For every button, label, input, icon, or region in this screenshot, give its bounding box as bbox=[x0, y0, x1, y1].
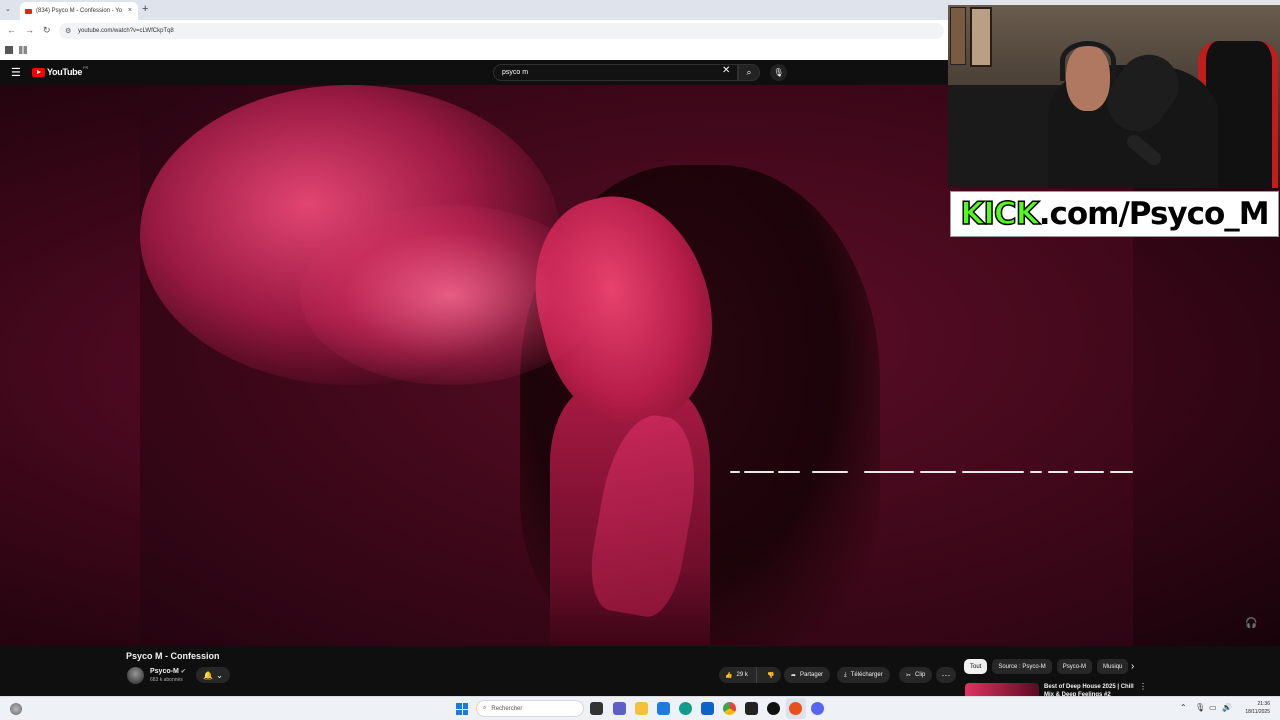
clip-button[interactable]: ✂ Clip bbox=[899, 667, 933, 683]
microphone-icon: 🎙 bbox=[773, 68, 784, 77]
streamer-headphones bbox=[1060, 41, 1116, 81]
tray-overflow-icon[interactable]: ⌃ bbox=[1180, 703, 1187, 712]
scissors-icon: ✂ bbox=[906, 672, 912, 679]
volume-icon[interactable]: 🔊 bbox=[1222, 703, 1232, 712]
download-button[interactable]: ⤓ Télécharger bbox=[837, 667, 890, 683]
start-button[interactable] bbox=[456, 703, 468, 715]
reload-icon[interactable]: ↻ bbox=[43, 25, 51, 36]
davinci-icon[interactable] bbox=[767, 702, 780, 715]
tab-list-button[interactable]: ⌄ bbox=[5, 5, 11, 13]
chip-music[interactable]: Musiqu bbox=[1097, 659, 1129, 674]
teams-icon[interactable] bbox=[613, 702, 626, 715]
search-input[interactable]: psyco m bbox=[493, 64, 738, 81]
store-icon[interactable] bbox=[657, 702, 670, 715]
apps-grid-icon[interactable] bbox=[19, 46, 27, 54]
taskbar-search[interactable]: ⌕ Rechercher bbox=[476, 700, 584, 717]
webcam-overlay bbox=[948, 5, 1280, 188]
system-clock[interactable]: 21:36 18/11/2025 bbox=[1236, 700, 1270, 716]
chip-source-channel[interactable]: Source : Psyco-M bbox=[992, 659, 1052, 674]
recommended-video-thumbnail[interactable] bbox=[965, 683, 1039, 696]
bell-icon: 🔔 bbox=[203, 670, 214, 680]
recommendation-filter-chips: Tout Source : Psyco-M Psyco-M Musiqu bbox=[964, 659, 1129, 674]
address-bar[interactable]: ⚙ youtube.com/watch?v=cLWfCkpTq8 bbox=[59, 23, 944, 39]
youtube-logo[interactable]: YouTube FR bbox=[32, 64, 89, 77]
youtube-favicon-icon bbox=[25, 8, 32, 14]
subscribed-notifications-button[interactable]: 🔔 ⌄ bbox=[196, 667, 230, 683]
kick-url-text: .com/Psyco_M bbox=[1038, 196, 1270, 232]
search-button[interactable]: ⌕ bbox=[738, 64, 760, 81]
headphones-icon: 🎧 bbox=[1245, 618, 1258, 629]
chip-channel[interactable]: Psyco-M bbox=[1056, 659, 1093, 674]
tab-title: (834) Psyco M - Confession - Yo bbox=[36, 8, 123, 14]
new-tab-button[interactable]: + bbox=[142, 3, 148, 15]
like-count: 29 k bbox=[736, 672, 748, 678]
subscriber-count: 683 k abonnés bbox=[150, 677, 183, 683]
like-dislike-group: 👍 29 k 👎 bbox=[719, 667, 781, 683]
wall-picture-2 bbox=[970, 7, 992, 67]
clear-search-icon[interactable]: ✕ bbox=[722, 65, 730, 76]
like-button[interactable]: 👍 29 k bbox=[719, 667, 757, 683]
edge-icon[interactable] bbox=[679, 702, 692, 715]
download-icon: ⤓ bbox=[844, 671, 847, 678]
channel-name[interactable]: Psyco-M ✔ bbox=[150, 668, 186, 675]
video-info: Psyco M - Confession Psyco-M ✔ 683 k abon… bbox=[0, 646, 1280, 696]
youtube-wordmark: YouTube bbox=[47, 67, 83, 77]
audio-visualizer-line bbox=[730, 468, 1133, 476]
back-icon[interactable]: ← bbox=[7, 25, 16, 35]
clock-date: 18/11/2025 bbox=[1245, 709, 1270, 715]
more-actions-button[interactable]: ⋯ bbox=[936, 667, 956, 683]
chevron-down-icon: ⌄ bbox=[216, 670, 223, 680]
clock-time: 21:36 bbox=[1257, 701, 1270, 707]
obs-icon[interactable] bbox=[789, 702, 802, 715]
video-smoke-plume bbox=[300, 205, 600, 385]
dislike-button[interactable]: 👎 bbox=[761, 667, 781, 683]
more-icon: ⋯ bbox=[941, 669, 951, 680]
chrome-icon[interactable] bbox=[723, 702, 736, 715]
forward-icon[interactable]: → bbox=[25, 25, 34, 35]
share-icon: ➦ bbox=[791, 672, 797, 679]
url-text: youtube.com/watch?v=cLWfCkpTq8 bbox=[78, 28, 174, 34]
search-icon: ⌕ bbox=[483, 705, 487, 711]
search-query: psyco m bbox=[502, 69, 529, 76]
region-code: FR bbox=[83, 64, 89, 70]
voice-search-button[interactable]: 🎙 bbox=[770, 64, 787, 81]
tab-close-icon[interactable]: × bbox=[128, 7, 132, 14]
tab-youtube[interactable]: (834) Psyco M - Confession - Yo × bbox=[20, 2, 138, 20]
download-label: Télécharger bbox=[850, 672, 883, 678]
file-explorer-icon[interactable] bbox=[635, 702, 648, 715]
discord-icon[interactable] bbox=[811, 702, 824, 715]
bookmark-folder-icon[interactable] bbox=[5, 46, 13, 54]
share-button[interactable]: ➦ Partager bbox=[784, 667, 831, 683]
weather-widget-icon[interactable] bbox=[10, 703, 22, 715]
kick-logo-text: KICK bbox=[960, 195, 1041, 233]
recommended-video-title[interactable]: Best of Deep House 2025 | Chill Mix & De… bbox=[1044, 683, 1136, 696]
microphone-icon[interactable]: 🎙 bbox=[1195, 703, 1205, 712]
share-label: Partager bbox=[800, 672, 824, 678]
site-info-icon[interactable]: ⚙ bbox=[65, 27, 71, 35]
verified-icon: ✔ bbox=[180, 669, 186, 675]
youtube-play-icon bbox=[32, 67, 45, 77]
speedometer-app-icon[interactable] bbox=[745, 702, 758, 715]
thumbs-down-icon: 👎 bbox=[767, 672, 775, 679]
clip-label: Clip bbox=[915, 672, 926, 678]
video-title: Psyco M - Confession bbox=[126, 651, 220, 661]
network-icon[interactable]: ▭ bbox=[1209, 703, 1217, 712]
chip-all[interactable]: Tout bbox=[964, 659, 988, 674]
windows-taskbar: ⌕ Rechercher ⌃ 🎙 ▭ 🔊 21:36 18/11/2025 bbox=[0, 696, 1280, 720]
task-view-icon[interactable] bbox=[590, 702, 603, 715]
wall-picture-1 bbox=[950, 7, 966, 65]
channel-avatar[interactable] bbox=[127, 667, 144, 684]
recommended-more-icon[interactable]: ⋮ bbox=[1139, 682, 1147, 691]
hamburger-menu-icon[interactable]: ☰ bbox=[11, 66, 21, 79]
chevron-right-icon[interactable]: › bbox=[1131, 661, 1134, 672]
outlook-icon[interactable] bbox=[701, 702, 714, 715]
thumbs-up-icon: 👍 bbox=[725, 672, 733, 679]
taskbar-search-placeholder: Rechercher bbox=[491, 705, 523, 712]
search-icon: ⌕ bbox=[746, 67, 752, 77]
kick-channel-banner: KICK .com/Psyco_M bbox=[950, 191, 1279, 237]
